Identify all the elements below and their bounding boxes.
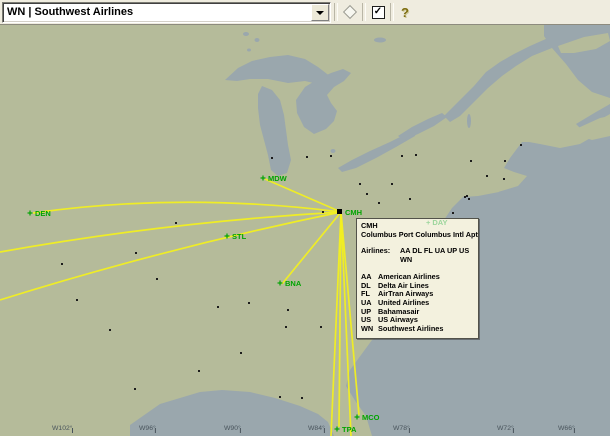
airport-cross-icon: + bbox=[426, 218, 430, 227]
small-lake bbox=[243, 32, 249, 36]
zoom-extent-button[interactable] bbox=[340, 2, 360, 22]
toolbar-separator bbox=[334, 3, 338, 21]
airport-dot[interactable] bbox=[322, 211, 324, 213]
selected-airport-square-icon bbox=[337, 209, 342, 214]
airport-dot[interactable] bbox=[330, 155, 332, 157]
longitude-label: W102° bbox=[52, 424, 73, 432]
airport-dot[interactable] bbox=[391, 183, 393, 185]
airport-dot[interactable] bbox=[452, 212, 454, 214]
help-icon: ? bbox=[401, 5, 409, 20]
airport-dot[interactable] bbox=[279, 396, 281, 398]
flight-map-window: { "toolbar": { "airline_selector_value":… bbox=[0, 0, 610, 436]
lake-st-clair bbox=[331, 149, 336, 153]
airport-dot[interactable] bbox=[285, 326, 287, 328]
toolbar-separator bbox=[362, 3, 366, 21]
airport-dot[interactable] bbox=[503, 178, 505, 180]
chevron-down-icon bbox=[316, 11, 324, 15]
airport-dot[interactable] bbox=[486, 175, 488, 177]
airport-dot[interactable] bbox=[366, 193, 368, 195]
airport-code-text: TPA bbox=[342, 425, 357, 434]
airport-dot[interactable] bbox=[320, 326, 322, 328]
airport-dot[interactable] bbox=[378, 202, 380, 204]
tooltip-airline-row: WNSouthwest Airlines bbox=[361, 325, 478, 334]
airport-label-DAY[interactable]: +DAY bbox=[426, 219, 448, 227]
airport-dot[interactable] bbox=[271, 157, 273, 159]
airport-dot[interactable] bbox=[61, 263, 63, 265]
airport-dot[interactable] bbox=[401, 155, 403, 157]
airport-dot[interactable] bbox=[287, 309, 289, 311]
airport-dot[interactable] bbox=[76, 299, 78, 301]
airport-dot[interactable] bbox=[468, 198, 470, 200]
airport-dot[interactable] bbox=[156, 278, 158, 280]
longitude-label: W84° bbox=[308, 424, 325, 432]
toolbar-separator bbox=[390, 3, 394, 21]
airport-dot[interactable] bbox=[306, 156, 308, 158]
airport-dot[interactable] bbox=[466, 195, 468, 197]
small-lake bbox=[247, 49, 251, 52]
airport-dot[interactable] bbox=[109, 329, 111, 331]
airport-code-text: STL bbox=[232, 232, 247, 241]
airport-dot[interactable] bbox=[415, 154, 417, 156]
airport-dot[interactable] bbox=[135, 252, 137, 254]
airport-code-text: BNA bbox=[285, 279, 302, 288]
airport-dot[interactable] bbox=[359, 183, 361, 185]
airport-code-text: MCO bbox=[362, 413, 380, 422]
toggle-labels-button[interactable]: ✓ bbox=[368, 2, 388, 22]
small-lake bbox=[255, 38, 260, 42]
airport-dot[interactable] bbox=[504, 160, 506, 162]
longitude-label: W78° bbox=[393, 424, 410, 432]
diamond-icon bbox=[343, 5, 357, 19]
airport-tooltip: CMH Columbus Port Columbus Intl Apt Airl… bbox=[356, 218, 479, 339]
airport-dot[interactable] bbox=[175, 222, 177, 224]
tooltip-airlines-label: Airlines: bbox=[361, 247, 400, 256]
airport-dot[interactable] bbox=[470, 160, 472, 162]
longitude-label: W72° bbox=[497, 424, 514, 432]
tooltip-airline-codes-2: WN bbox=[361, 256, 478, 265]
toolbar: WN | Southwest Airlines ✓ ? bbox=[0, 0, 610, 25]
airport-dot[interactable] bbox=[464, 196, 466, 198]
help-button[interactable]: ? bbox=[395, 2, 415, 22]
tooltip-airlines-line: Airlines:AA DL FL UA UP US bbox=[361, 247, 478, 256]
checkbox-checked-icon: ✓ bbox=[372, 6, 385, 19]
airline-selector[interactable]: WN | Southwest Airlines bbox=[2, 2, 331, 23]
longitude-label: W90° bbox=[224, 424, 241, 432]
airport-code-text: MDW bbox=[268, 174, 288, 183]
route-map[interactable]: DEN MDW STL BNA MCO TPA CMH W102° W96° W90° W84° W… bbox=[0, 24, 610, 436]
longitude-label: W96° bbox=[139, 424, 156, 432]
airport-dot[interactable] bbox=[301, 397, 303, 399]
airport-dot[interactable] bbox=[248, 302, 250, 304]
airport-dot[interactable] bbox=[134, 388, 136, 390]
airport-dot[interactable] bbox=[198, 370, 200, 372]
tooltip-airport-name: Columbus Port Columbus Intl Apt bbox=[361, 231, 478, 240]
airline-selector-value: WN | Southwest Airlines bbox=[7, 6, 133, 18]
airline-selector-dropdown-button[interactable] bbox=[311, 4, 329, 21]
airport-dot[interactable] bbox=[217, 306, 219, 308]
small-lake bbox=[374, 38, 386, 43]
airport-dot[interactable] bbox=[409, 198, 411, 200]
airport-code-text: DEN bbox=[35, 209, 51, 218]
longitude-label: W66° bbox=[558, 424, 575, 432]
lake-champlain bbox=[467, 114, 471, 128]
selected-airport-code: CMH bbox=[345, 208, 362, 217]
airport-dot[interactable] bbox=[240, 352, 242, 354]
tooltip-airline-codes: AA DL FL UA UP US bbox=[400, 246, 469, 255]
airport-dot[interactable] bbox=[520, 144, 522, 146]
tooltip-airline-list: AAAmerican AirlinesDLDelta Air LinesFLAi… bbox=[361, 273, 478, 334]
